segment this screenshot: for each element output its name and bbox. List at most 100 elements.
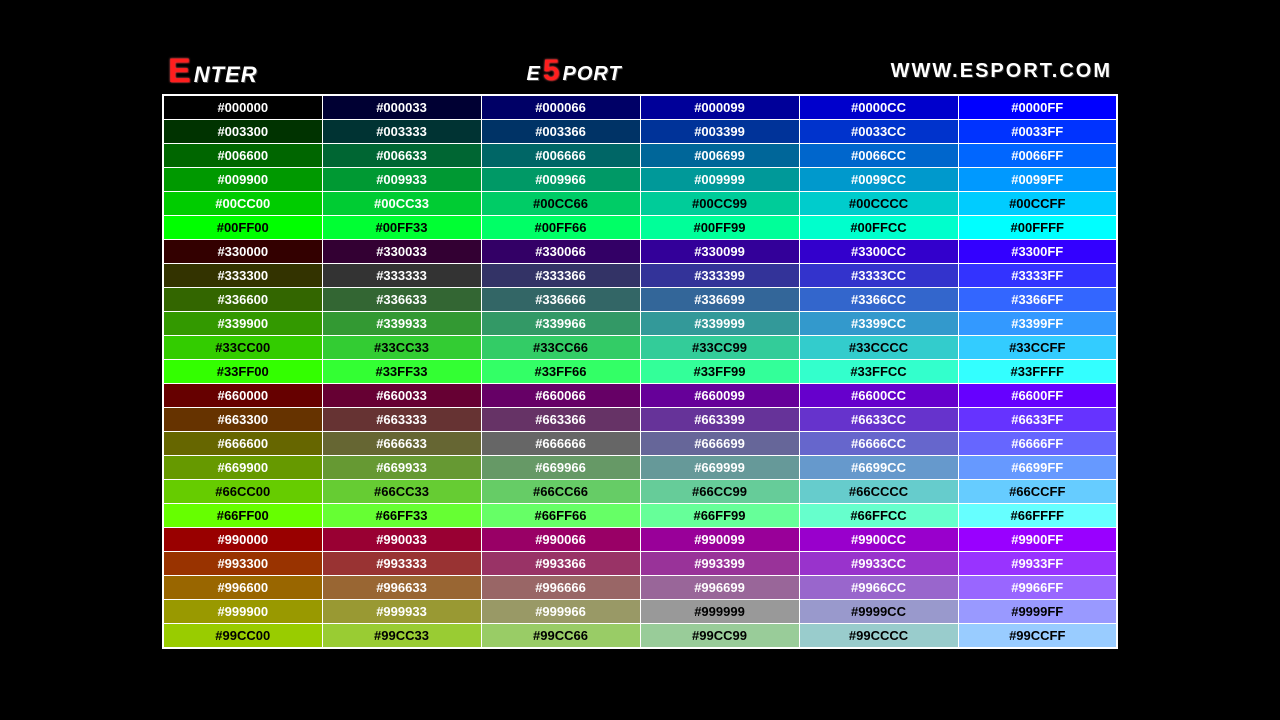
color-cell: #669900 [163, 456, 322, 480]
color-cell: #33CCCC [799, 336, 958, 360]
table-row: #333300#333333#333366#333399#3333CC#3333… [163, 264, 1117, 288]
color-cell: #66CC00 [163, 480, 322, 504]
table-row: #999900#999933#999966#999999#9999CC#9999… [163, 600, 1117, 624]
color-cell: #9999CC [799, 600, 958, 624]
table-row: #336600#336633#336666#336699#3366CC#3366… [163, 288, 1117, 312]
color-cell: #99CC99 [640, 624, 799, 649]
table-row: #339900#339933#339966#339999#3399CC#3399… [163, 312, 1117, 336]
color-cell: #3366FF [958, 288, 1117, 312]
table-row: #66CC00#66CC33#66CC66#66CC99#66CCCC#66CC… [163, 480, 1117, 504]
table-row: #669900#669933#669966#669999#6699CC#6699… [163, 456, 1117, 480]
color-cell: #003366 [481, 120, 640, 144]
color-cell: #66CC33 [322, 480, 481, 504]
color-cell: #3366CC [799, 288, 958, 312]
color-cell: #006699 [640, 144, 799, 168]
color-cell: #666666 [481, 432, 640, 456]
color-cell: #996666 [481, 576, 640, 600]
color-cell: #000033 [322, 95, 481, 120]
color-cell: #00FF66 [481, 216, 640, 240]
color-cell: #6633CC [799, 408, 958, 432]
color-cell: #330000 [163, 240, 322, 264]
color-cell: #33CCFF [958, 336, 1117, 360]
color-cell: #99CC66 [481, 624, 640, 649]
color-cell: #00CCCC [799, 192, 958, 216]
color-cell: #00FF33 [322, 216, 481, 240]
table-row: #33FF00#33FF33#33FF66#33FF99#33FFCC#33FF… [163, 360, 1117, 384]
color-cell: #6600CC [799, 384, 958, 408]
logo-esport: E 5 PORT [527, 56, 622, 86]
color-cell: #330033 [322, 240, 481, 264]
color-cell: #66FFCC [799, 504, 958, 528]
color-cell: #669933 [322, 456, 481, 480]
logo-esport-pre: E [527, 63, 541, 86]
color-cell: #6699FF [958, 456, 1117, 480]
color-cell: #006666 [481, 144, 640, 168]
color-cell: #66FF00 [163, 504, 322, 528]
color-cell: #33FFFF [958, 360, 1117, 384]
color-cell: #66FF99 [640, 504, 799, 528]
color-cell: #33FF66 [481, 360, 640, 384]
color-cell: #663333 [322, 408, 481, 432]
color-cell: #6633FF [958, 408, 1117, 432]
color-table: #000000#000033#000066#000099#0000CC#0000… [162, 94, 1118, 649]
color-cell: #996699 [640, 576, 799, 600]
color-cell: #99CC00 [163, 624, 322, 649]
logo-enter-initial: E [168, 54, 192, 88]
color-cell: #3333CC [799, 264, 958, 288]
color-cell: #66CC99 [640, 480, 799, 504]
color-cell: #996600 [163, 576, 322, 600]
color-cell: #000099 [640, 95, 799, 120]
table-row: #009900#009933#009966#009999#0099CC#0099… [163, 168, 1117, 192]
logo-enter-rest: NTER [194, 62, 258, 88]
color-cell: #9966CC [799, 576, 958, 600]
color-cell: #0099CC [799, 168, 958, 192]
color-cell: #006633 [322, 144, 481, 168]
color-cell: #999999 [640, 600, 799, 624]
table-row: #996600#996633#996666#996699#9966CC#9966… [163, 576, 1117, 600]
color-cell: #99CCCC [799, 624, 958, 649]
color-cell: #660066 [481, 384, 640, 408]
color-cell: #000000 [163, 95, 322, 120]
table-row: #990000#990033#990066#990099#9900CC#9900… [163, 528, 1117, 552]
color-cell: #990099 [640, 528, 799, 552]
color-cell: #33CC00 [163, 336, 322, 360]
color-cell: #00CCFF [958, 192, 1117, 216]
color-cell: #00FF99 [640, 216, 799, 240]
color-cell: #009900 [163, 168, 322, 192]
table-row: #000000#000033#000066#000099#0000CC#0000… [163, 95, 1117, 120]
color-cell: #339999 [640, 312, 799, 336]
color-cell: #009933 [322, 168, 481, 192]
color-cell: #66CCFF [958, 480, 1117, 504]
color-cell: #00CC33 [322, 192, 481, 216]
color-cell: #9933FF [958, 552, 1117, 576]
color-cell: #006600 [163, 144, 322, 168]
table-row: #66FF00#66FF33#66FF66#66FF99#66FFCC#66FF… [163, 504, 1117, 528]
color-cell: #660000 [163, 384, 322, 408]
color-cell: #669999 [640, 456, 799, 480]
color-cell: #66CCCC [799, 480, 958, 504]
color-cell: #336666 [481, 288, 640, 312]
color-cell: #666600 [163, 432, 322, 456]
color-cell: #333399 [640, 264, 799, 288]
color-cell: #336600 [163, 288, 322, 312]
color-cell: #336699 [640, 288, 799, 312]
color-cell: #33FF00 [163, 360, 322, 384]
table-row: #330000#330033#330066#330099#3300CC#3300… [163, 240, 1117, 264]
color-cell: #990066 [481, 528, 640, 552]
color-cell: #3399FF [958, 312, 1117, 336]
color-cell: #00CC00 [163, 192, 322, 216]
color-cell: #660033 [322, 384, 481, 408]
color-cell: #6600FF [958, 384, 1117, 408]
color-cell: #9900CC [799, 528, 958, 552]
banner: E NTER E 5 PORT WWW.ESPORT.COM [162, 54, 1118, 94]
table-row: #666600#666633#666666#666699#6666CC#6666… [163, 432, 1117, 456]
color-cell: #3300CC [799, 240, 958, 264]
color-cell: #999966 [481, 600, 640, 624]
color-cell: #339900 [163, 312, 322, 336]
table-row: #00FF00#00FF33#00FF66#00FF99#00FFCC#00FF… [163, 216, 1117, 240]
color-cell: #9966FF [958, 576, 1117, 600]
color-cell: #66FFFF [958, 504, 1117, 528]
color-cell: #663399 [640, 408, 799, 432]
color-cell: #00CC99 [640, 192, 799, 216]
color-cell: #990033 [322, 528, 481, 552]
